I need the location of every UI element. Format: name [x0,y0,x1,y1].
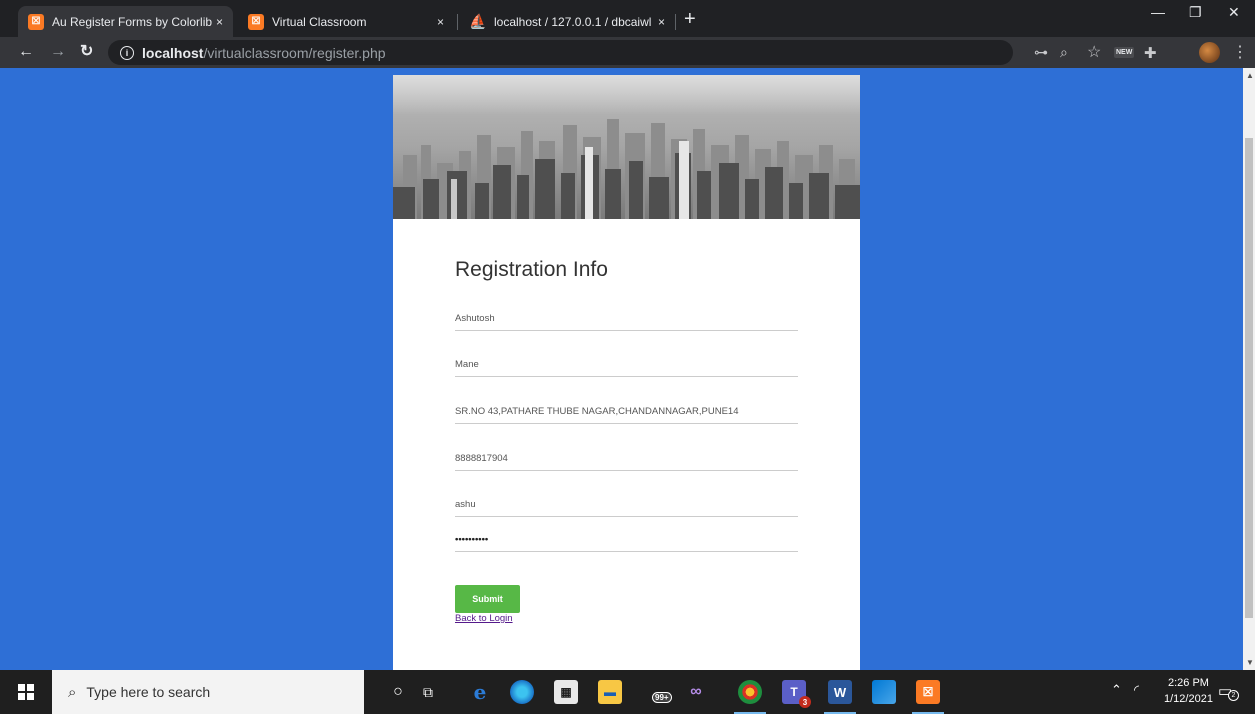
xampp-icon: ☒ [28,13,44,30]
tab-register-forms[interactable]: ☒ Au Register Forms by Colorlib × [18,6,233,37]
wifi-icon[interactable]: ◜ [1134,682,1139,698]
teams-icon[interactable]: T 3 [782,680,811,708]
scroll-up-arrow-icon[interactable]: ▲ [1246,71,1254,80]
taskbar-clock[interactable]: 2:26 PM 1/12/2021 [1164,675,1213,707]
show-hidden-icons-chevron-icon[interactable]: ⌃ [1111,682,1122,698]
xampp-icon[interactable]: ☒ [912,680,944,714]
forward-arrow-icon[interactable]: → [50,43,66,61]
key-icon[interactable]: ⊶ [1034,44,1048,61]
xampp-icon: ☒ [248,13,264,30]
tab-title: Virtual Classroom [272,14,367,29]
store-icon[interactable]: ▦ [554,680,578,704]
tab-title: localhost / 127.0.0.1 / dbcaiwl / t [494,14,654,29]
site-info-icon[interactable]: i [120,45,134,60]
registration-card: Registration Info Ashutosh Mane SR.NO 43… [393,75,860,670]
browser-tab-strip: ☒ Au Register Forms by Colorlib × ☒ Virt… [0,0,1255,37]
username-field[interactable]: ashu [455,493,798,517]
address-field[interactable]: SR.NO 43,PATHARE THUBE NAGAR,CHANDANNAGA… [455,400,798,424]
tab-title: Au Register Forms by Colorlib [52,14,213,29]
scroll-down-arrow-icon[interactable]: ▼ [1246,658,1254,667]
tab-close-icon[interactable]: × [216,15,223,29]
profile-avatar[interactable] [1199,42,1220,63]
address-bar[interactable]: i localhost /virtualclassroom/register.p… [108,40,1013,65]
zoom-icon[interactable]: ⌕ [1060,44,1068,61]
photos-icon[interactable] [872,680,896,704]
internet-explorer-icon[interactable]: e [468,680,492,704]
scrollbar-thumb[interactable] [1245,138,1253,618]
word-icon[interactable]: W [824,680,856,714]
tab-close-icon[interactable]: × [437,15,444,29]
store-badge: 99+ [652,692,672,703]
notification-center-icon[interactable]: ▭ 2 [1218,682,1239,701]
tab-separator [457,14,458,30]
clock-time: 2:26 PM [1167,677,1209,689]
tab-separator [675,14,676,30]
restore-icon[interactable]: ❐ [1189,4,1202,21]
clock-date: 1/12/2021 [1164,693,1213,705]
new-tab-button[interactable]: + [684,9,696,29]
menu-kebab-icon[interactable]: ⋮ [1232,42,1248,62]
extension-new-icon[interactable]: NEW [1114,47,1135,58]
search-placeholder: Type here to search [86,684,211,700]
windows-start-icon[interactable] [18,684,34,700]
minimize-icon[interactable]: — [1151,4,1165,20]
chrome-icon[interactable] [734,680,766,714]
file-explorer-icon[interactable]: ▬ [598,680,622,704]
tab-phpmyadmin[interactable]: ⛵ localhost / 127.0.0.1 / dbcaiwl / t × [460,6,675,37]
first-name-field[interactable]: Ashutosh [455,307,798,331]
extensions-puzzle-icon[interactable]: ✚ [1144,44,1157,62]
cortana-icon[interactable]: ○ [386,680,410,704]
tab-virtual-classroom[interactable]: ☒ Virtual Classroom × [238,6,454,37]
form-title: Registration Info [455,258,608,281]
browser-toolbar: ← → ↻ i localhost /virtualclassroom/regi… [0,37,1255,68]
phone-field[interactable]: 8888817904 [455,447,798,471]
submit-button[interactable]: Submit [455,585,520,613]
url-host: localhost [142,44,204,61]
back-to-login-link[interactable]: Back to Login [455,613,513,624]
taskbar-search-box[interactable]: ⌕ Type here to search [52,670,364,714]
url-path: /virtualclassroom/register.php [203,44,386,61]
city-skyline-image [393,75,860,219]
last-name-field[interactable]: Mane [455,353,798,377]
phpmyadmin-icon: ⛵ [469,13,487,29]
page-scrollbar[interactable]: ▲ ▼ [1243,68,1255,670]
task-view-icon[interactable]: ⧉ [416,680,440,704]
windows-taskbar: ⌕ Type here to search ○ ⧉ e ▦ ▬ 99+ ∞ T … [0,670,1255,714]
notification-count: 2 [1228,690,1239,701]
back-arrow-icon[interactable]: ← [18,43,34,61]
close-window-icon[interactable]: ✕ [1228,4,1240,21]
bookmark-star-icon[interactable]: ☆ [1087,42,1101,62]
teams-badge: 3 [799,696,811,708]
edge-icon[interactable] [510,680,534,704]
infinity-app-icon[interactable]: ∞ [684,680,708,704]
password-field[interactable]: •••••••••• [455,528,798,552]
reload-icon[interactable]: ↻ [80,43,93,61]
search-icon: ⌕ [68,683,77,701]
store-updates-icon[interactable]: 99+ [642,680,672,704]
tab-close-icon[interactable]: × [658,15,665,29]
